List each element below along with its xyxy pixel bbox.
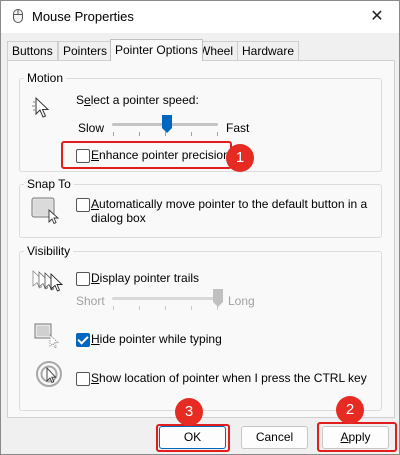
visibility-group-title: Visibility [24, 244, 74, 258]
slow-label: Slow [78, 121, 105, 135]
long-label: Long [228, 294, 255, 308]
show-location-checkbox[interactable] [76, 372, 90, 386]
pointer-trails-label[interactable]: Display pointer trails [91, 271, 199, 285]
fast-label: Fast [226, 121, 250, 135]
speed-tick [139, 132, 140, 136]
tab-hardware[interactable]: Hardware [237, 41, 300, 61]
annotation-badge-2: 2 [336, 396, 364, 424]
snap-to-group-title: Snap To [24, 177, 74, 191]
snap-to-label-line1[interactable]: Automatically move pointer to the defaul… [91, 197, 367, 211]
trails-tick [139, 306, 140, 310]
annotation-badge-1: 1 [226, 144, 254, 172]
trails-tick [113, 306, 114, 310]
snap-to-checkbox[interactable] [76, 198, 90, 212]
ok-button[interactable]: OK [159, 426, 226, 449]
motion-group-title: Motion [24, 71, 67, 85]
tab-pointers[interactable]: Pointers [58, 41, 113, 61]
pointer-speed-label: Select a pointer speed: [76, 93, 199, 107]
apply-button[interactable]: Apply [322, 426, 389, 449]
visibility-group: Visibility [19, 244, 382, 411]
pointer-speed-slider[interactable] [162, 115, 173, 133]
snap-to-icon [31, 197, 60, 224]
pointer-options-panel: Motion Select a pointer speed: Slow Fast… [7, 60, 395, 418]
snap-to-group: Snap To [19, 177, 382, 238]
pointer-trails-checkbox[interactable] [76, 272, 90, 286]
show-location-label[interactable]: Show location of pointer when I press th… [91, 371, 367, 385]
close-icon: ✕ [370, 8, 384, 25]
tab-pointer-options[interactable]: Pointer Options [110, 39, 203, 61]
close-button[interactable]: ✕ [355, 1, 399, 33]
trails-length-slider[interactable] [213, 289, 223, 307]
title-bar: Mouse Properties ✕ [1, 1, 399, 33]
mouse-icon [13, 9, 23, 23]
trails-tick [165, 306, 166, 310]
annotation-badge-3: 3 [175, 398, 203, 426]
enhance-precision-checkbox[interactable] [76, 149, 90, 163]
snap-to-label-line2[interactable]: dialog box [91, 211, 146, 225]
tab-buttons[interactable]: Buttons [7, 41, 58, 61]
short-label: Short [76, 294, 105, 308]
trails-tick [191, 306, 192, 310]
enhance-precision-label[interactable]: Enhance pointer precision [91, 148, 230, 162]
hide-pointer-icon [34, 323, 60, 349]
speed-tick [217, 132, 218, 136]
pointer-speed-icon [32, 96, 50, 118]
hide-pointer-label[interactable]: Hide pointer while typing [91, 332, 222, 346]
speed-tick [113, 132, 114, 136]
pointer-trails-icon [32, 270, 64, 292]
speed-tick [191, 132, 192, 136]
hide-pointer-checkbox[interactable] [76, 333, 90, 347]
show-location-icon [36, 361, 62, 387]
cancel-button[interactable]: Cancel [241, 426, 308, 449]
trails-length-track [112, 297, 218, 300]
mouse-properties-window: Mouse Properties ✕ Buttons Pointers Poin… [0, 0, 400, 455]
window-title: Mouse Properties [32, 9, 134, 24]
